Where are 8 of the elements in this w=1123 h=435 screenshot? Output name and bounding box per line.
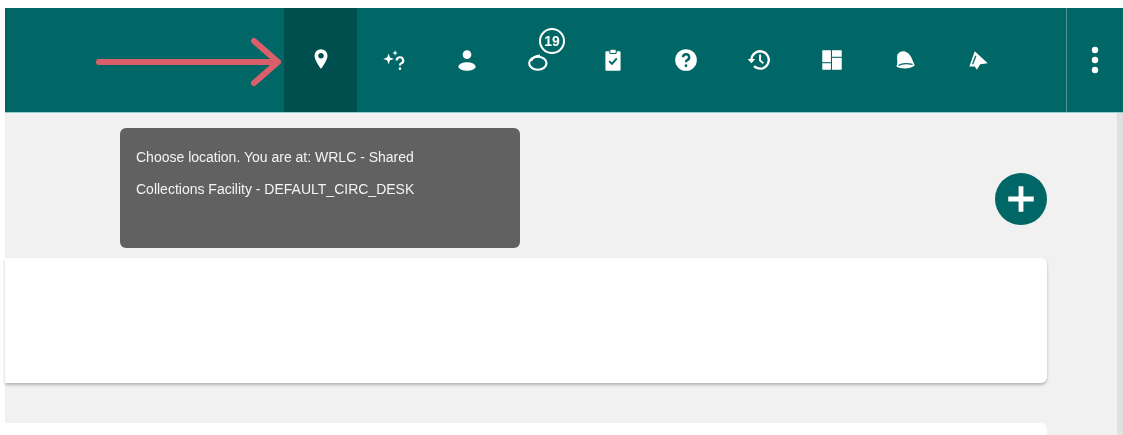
tooltip-text: Choose location. You are at: WRLC - Shared Collections Facility - DEFAULT_CIRC_DESK xyxy=(136,148,416,199)
add-button[interactable] xyxy=(995,173,1047,225)
toolbar-button[interactable] xyxy=(284,8,357,112)
toolbar-button[interactable]: 19 xyxy=(503,8,576,112)
count-badge: 19 xyxy=(539,28,565,54)
help-icon xyxy=(672,47,699,73)
history-icon xyxy=(745,47,772,73)
menu-icon xyxy=(1090,46,1099,74)
